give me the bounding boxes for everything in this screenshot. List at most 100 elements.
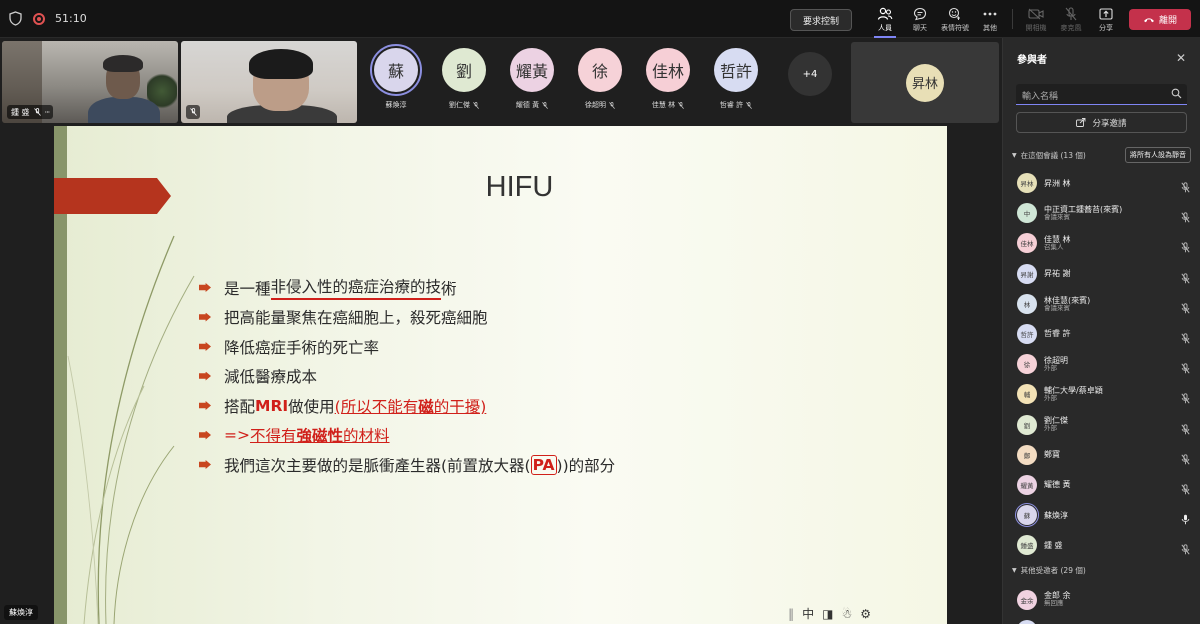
avatar: 輔 (1017, 384, 1037, 405)
avatar: 昇林 (906, 63, 944, 102)
avatar: 佳林 (1017, 233, 1037, 254)
bullet-text: 我們這次主要做的是脈衝產生器(前置放大器( (224, 456, 531, 475)
invited-list-item[interactable]: 金余 金郎 余無回應 (1003, 584, 1200, 614)
in-meeting-label: 在這個會議 (13 個) (1020, 150, 1086, 160)
share-label: 分享 (1099, 24, 1113, 32)
participant-list-item[interactable]: 鄭 鄭寶 (1003, 440, 1200, 470)
halfwidth-icon[interactable]: ◨ (822, 607, 833, 621)
participant-mic-status (1181, 420, 1190, 439)
share-button[interactable]: 分享 (1088, 6, 1124, 36)
mic-off-icon (1181, 212, 1190, 223)
participant-name: 耀德 黃 (515, 101, 540, 109)
participant-list-item[interactable]: 昇林 昇洲 林 (1003, 168, 1200, 198)
leave-button[interactable]: 離開 (1129, 9, 1191, 30)
ime-pad-icon[interactable]: ☃ (841, 607, 852, 621)
participant-mic-status (1181, 238, 1190, 257)
participant-role: 會議來賓 (1044, 303, 1070, 312)
bullet-text: PA (530, 454, 557, 475)
bullet-text: 磁 (418, 397, 434, 416)
participant-list-item[interactable]: 蘇 蘇煥淳 (1003, 500, 1200, 530)
search-icon (1171, 88, 1182, 99)
participant-list-item[interactable]: 昇謝 昇祐 謝 (1003, 259, 1200, 289)
participant-list-item[interactable]: 鍾盛 鍾 盛 (1003, 530, 1200, 560)
toolbar-divider (1012, 9, 1013, 29)
mute-all-button[interactable]: 將所有人設為靜音 (1125, 147, 1191, 163)
participant-tile-large[interactable]: 昇林 (851, 42, 999, 123)
participant-list-item[interactable]: 劉 劉仁傑 外部 (1003, 410, 1200, 440)
people-button[interactable]: 人員 (867, 6, 903, 38)
participant-mic-status (1181, 208, 1190, 227)
slide-ime-toolbar: ‖ 中 ◨ ☃ ⚙ (788, 605, 871, 622)
bullet-text: 是一種 (224, 279, 271, 298)
mic-off-icon (1065, 6, 1077, 20)
settings-icon[interactable]: ⚙ (860, 607, 871, 621)
chat-button[interactable]: 聊天 (902, 6, 938, 36)
mic-off-icon (1181, 454, 1190, 465)
other-invited-toggle[interactable]: ▼ 其他受邀者 (29 個) (1012, 565, 1086, 576)
mic-off-icon (1181, 423, 1190, 434)
video-tile[interactable] (181, 41, 357, 123)
participant-tile[interactable]: 徐 徐超明 (570, 48, 630, 118)
mic-off-icon (1181, 484, 1190, 495)
hang-up-icon (1143, 17, 1154, 22)
participant-list-item[interactable]: 耀黃 耀德 黃 (1003, 470, 1200, 500)
participant-name: 鄭寶 (1044, 450, 1060, 460)
shield-icon (9, 11, 22, 26)
participant-list-item[interactable]: 林 林佳慧(來賓) 會議來賓 (1003, 289, 1200, 319)
participant-name-row: 劉仁傑 (434, 100, 494, 110)
participant-list-item[interactable]: 中 中正資工鍾蕎苔(來賓) 會議來賓 (1003, 198, 1200, 228)
participant-mic-status (1181, 329, 1190, 348)
bullet-text: 術 (441, 279, 457, 298)
ime-mode[interactable]: 中 (802, 605, 814, 622)
mic-off-icon (1181, 333, 1190, 344)
participant-tile[interactable]: 劉 劉仁傑 (434, 48, 494, 118)
participant-hair (103, 55, 143, 72)
participant-list-item[interactable]: 徐 徐超明 外部 (1003, 349, 1200, 379)
participant-search-input[interactable] (1016, 87, 1187, 107)
camera-button[interactable]: 開相機 (1018, 6, 1054, 36)
participant-name: 佳慧 林 (651, 101, 676, 109)
share-icon (1099, 7, 1113, 20)
avatar: 佳林 (646, 48, 690, 92)
slide-bullet: 把高能量聚焦在癌細胞上，殺死癌細胞 (196, 303, 615, 333)
chevron-down-icon: ▼ (1012, 566, 1017, 574)
request-control-button[interactable]: 要求控制 (790, 9, 852, 31)
video-tile[interactable]: 鍾 盛 ··· (2, 41, 178, 123)
participant-mic-status (1181, 299, 1190, 318)
participant-tile[interactable]: 蘇 蘇煥淳 (366, 44, 426, 118)
avatar: 劉 (442, 48, 486, 92)
emoji-button[interactable]: 表情符號 (937, 6, 973, 36)
participant-tile[interactable]: 耀黃 耀德 黃 (502, 48, 562, 118)
mic-off-icon (189, 108, 197, 116)
share-invite-button[interactable]: 分享邀請 (1016, 112, 1187, 133)
avatar: 鍾盛 (1017, 535, 1037, 556)
bullet-text: 不得有 (249, 427, 297, 446)
mic-off-icon (609, 101, 615, 109)
participant-name: 蘇煥淳 (1044, 510, 1068, 520)
bullet-text: 搭配 (224, 397, 256, 416)
participant-tile[interactable]: 哲許 哲睿 許 (706, 48, 766, 118)
participant-list-item[interactable]: 輔 輔仁大學/蔡卓穎 外部 (1003, 379, 1200, 409)
other-invited-section: ▼ 其他受邀者 (29 個) (1003, 560, 1200, 580)
more-icon[interactable]: ··· (45, 108, 51, 117)
participant-list-item[interactable]: 哲許 哲睿 許 (1003, 319, 1200, 349)
mic-off-icon (746, 101, 752, 109)
participant-search (1016, 84, 1187, 107)
participant-mic-status (1181, 269, 1190, 288)
close-icon[interactable]: ✕ (1176, 51, 1186, 65)
microphone-button[interactable]: 麥克風 (1053, 6, 1089, 36)
in-meeting-toggle[interactable]: ▼ 在這個會議 (13 個) (1012, 150, 1086, 161)
more-participants-button[interactable]: +4 (788, 52, 832, 96)
participant-list-item[interactable]: 佳林 佳慧 林召集人 (1003, 228, 1200, 258)
invited-list-item[interactable]: 黃 黃文良 (1003, 615, 1200, 624)
slide-bullet: => 不得有 強磁性 的材料 (196, 421, 615, 451)
avatar: 耀黃 (1017, 474, 1037, 495)
participant-name: 昇洲 林 (1044, 178, 1071, 188)
participants-panel: 參與者 ✕ 分享邀請 ▼ 在這個會議 (13 個) 將所有人設為靜音 昇林 昇洲… (1002, 38, 1200, 624)
participant-name: 耀德 黃 (1044, 480, 1071, 490)
more-options-button[interactable]: 其他 (972, 6, 1008, 36)
participant-tile[interactable]: 佳林 佳慧 林 (638, 48, 698, 118)
video-name-tag: 鍾 盛 ··· (7, 105, 54, 119)
participant-name: 鍾 盛 (1044, 540, 1063, 550)
more-icon (983, 12, 997, 15)
